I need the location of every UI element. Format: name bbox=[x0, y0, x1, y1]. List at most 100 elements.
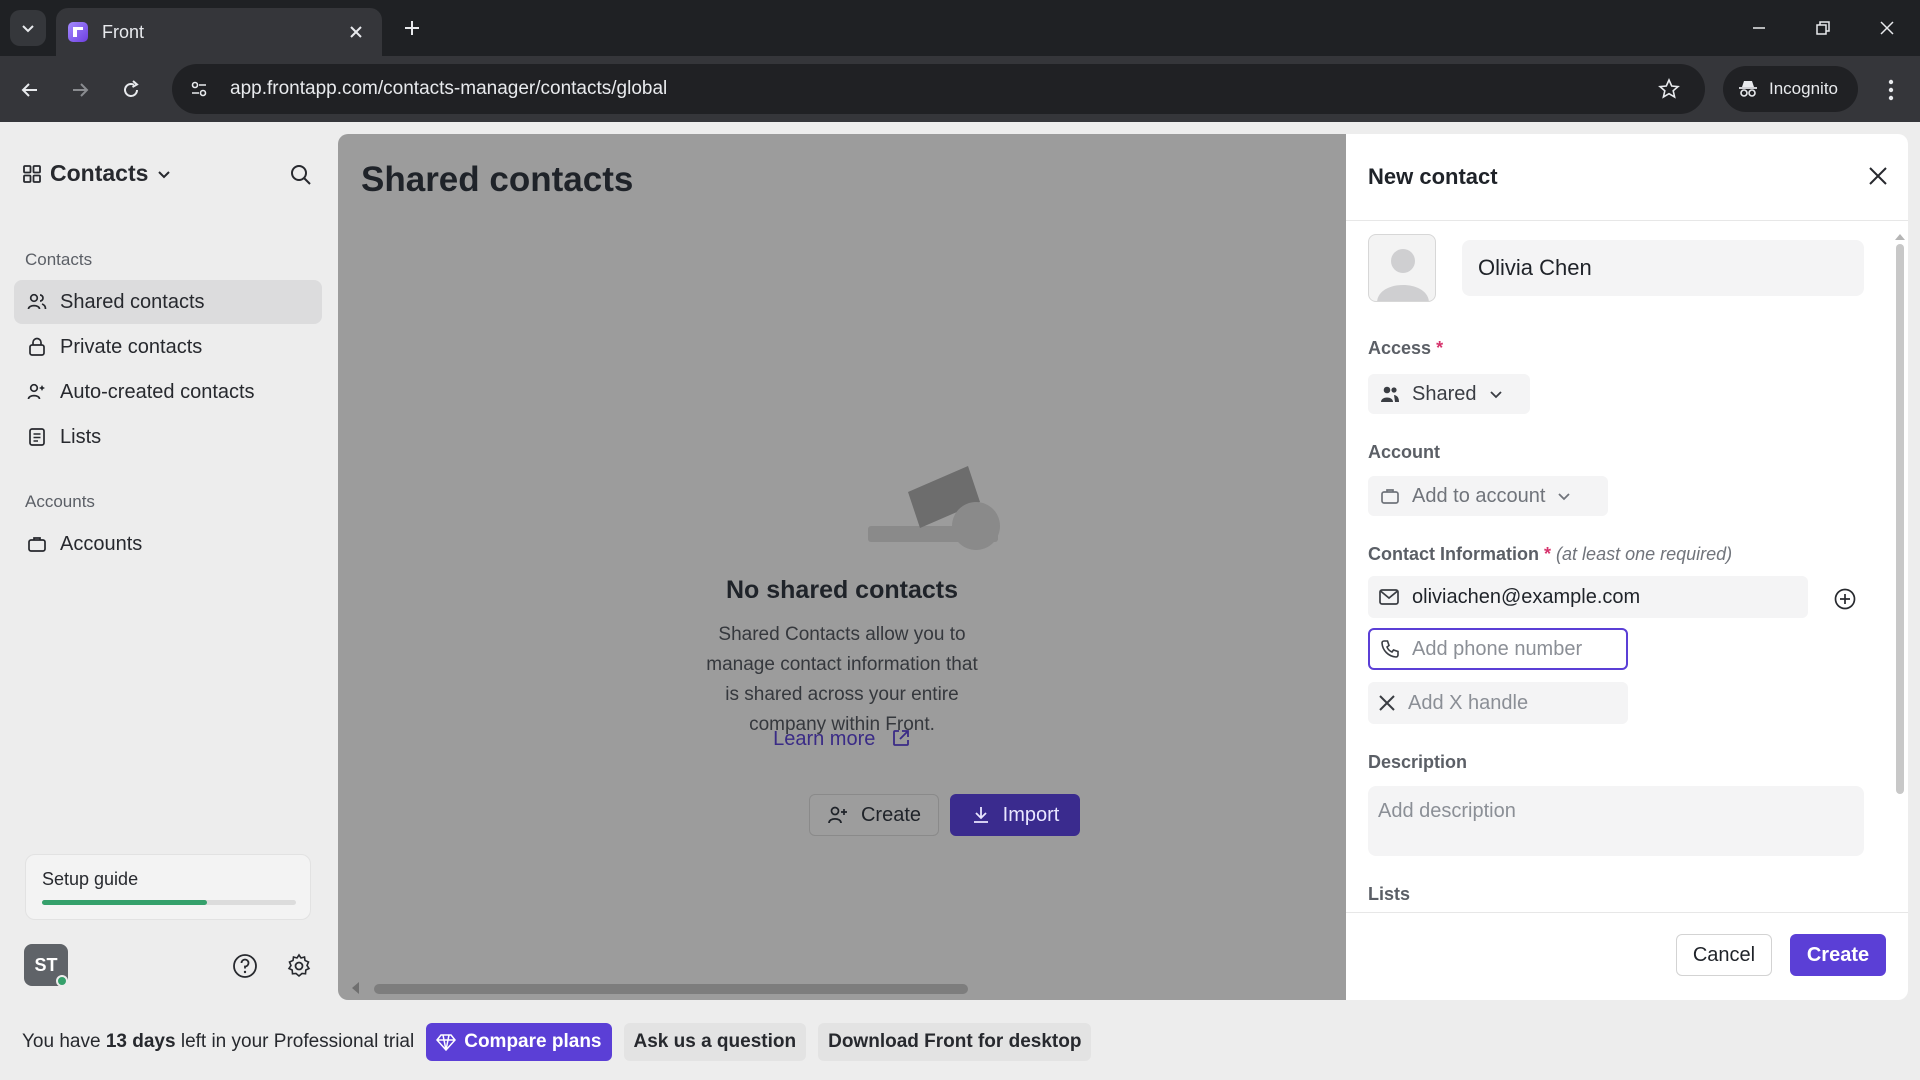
phone-field[interactable] bbox=[1368, 628, 1628, 670]
workspace-name: Contacts bbox=[50, 160, 149, 186]
sidebar-item-label: Shared contacts bbox=[60, 290, 205, 313]
compare-plans-button[interactable]: Compare plans bbox=[426, 1023, 612, 1061]
back-icon[interactable] bbox=[12, 72, 48, 108]
sidebar-item-shared-contacts[interactable]: Shared contacts bbox=[14, 280, 322, 324]
incognito-indicator[interactable]: Incognito bbox=[1723, 66, 1858, 112]
phone-number-input[interactable] bbox=[1412, 637, 1612, 661]
lock-icon bbox=[26, 336, 48, 358]
learn-more-link[interactable]: Learn more bbox=[338, 728, 1346, 754]
list-icon bbox=[26, 426, 48, 448]
chevron-down-icon bbox=[22, 25, 34, 33]
incognito-label: Incognito bbox=[1769, 79, 1838, 98]
cancel-button[interactable]: Cancel bbox=[1676, 934, 1772, 976]
reload-icon[interactable] bbox=[113, 72, 149, 108]
trial-banner: You have 13 days left in your Profession… bbox=[0, 1012, 1920, 1072]
tab-search-button[interactable] bbox=[10, 10, 46, 46]
contacts-section-heading: Contacts bbox=[25, 250, 93, 269]
horizontal-scrollbar[interactable] bbox=[374, 984, 968, 994]
sidebar: Contacts Contacts Shared contacts Privat… bbox=[0, 122, 338, 1012]
incognito-icon bbox=[1739, 81, 1757, 97]
download-icon bbox=[973, 807, 988, 823]
access-value: Shared bbox=[1412, 382, 1477, 405]
search-icon[interactable] bbox=[286, 160, 316, 190]
front-logo-icon bbox=[68, 22, 88, 42]
download-desktop-button[interactable]: Download Front for desktop bbox=[818, 1023, 1092, 1061]
address-bar[interactable]: app.frontapp.com/contacts-manager/contac… bbox=[172, 64, 1705, 114]
scroll-up-arrow[interactable] bbox=[1895, 234, 1905, 240]
new-tab-icon[interactable] bbox=[396, 12, 428, 44]
access-select[interactable]: Shared bbox=[1368, 374, 1530, 414]
trial-message: You have 13 days left in your Profession… bbox=[22, 1031, 415, 1052]
browser-menu-icon[interactable] bbox=[1876, 72, 1906, 108]
email-value: oliviachen@example.com bbox=[1412, 585, 1641, 608]
x-handle-input[interactable] bbox=[1408, 691, 1608, 715]
workspace-switcher[interactable]: Contacts bbox=[22, 160, 172, 187]
forward-icon[interactable] bbox=[62, 72, 98, 108]
site-info-icon[interactable] bbox=[178, 68, 220, 110]
phone-icon bbox=[1381, 640, 1399, 658]
contact-information-label: Contact Information * (at least one requ… bbox=[1368, 544, 1733, 564]
email-field[interactable]: oliviachen@example.com bbox=[1368, 576, 1808, 618]
setup-guide-card[interactable]: Setup guide bbox=[25, 854, 311, 920]
sidebar-item-accounts[interactable]: Accounts bbox=[14, 522, 322, 566]
add-person-icon bbox=[828, 806, 847, 824]
help-icon[interactable] bbox=[229, 950, 261, 982]
divider bbox=[1346, 912, 1908, 913]
sidebar-item-auto-created-contacts[interactable]: Auto-created contacts bbox=[14, 370, 322, 414]
accounts-section-heading: Accounts bbox=[25, 492, 95, 511]
add-circle-icon[interactable] bbox=[1832, 586, 1858, 612]
close-icon[interactable] bbox=[1862, 160, 1894, 192]
contact-name-input[interactable] bbox=[1462, 240, 1864, 296]
description-label: Description bbox=[1368, 752, 1468, 772]
briefcase-icon bbox=[26, 533, 48, 555]
empty-state-title: No shared contacts bbox=[725, 576, 958, 604]
tab-title: Front bbox=[102, 21, 145, 42]
compare-plans-label: Compare plans bbox=[464, 1031, 602, 1052]
grid-icon bbox=[23, 164, 41, 183]
import-label: Import bbox=[1002, 803, 1060, 826]
new-contact-drawer: New contact Access * Shared Account Add … bbox=[1346, 134, 1908, 1000]
access-label: Access * bbox=[1368, 338, 1444, 358]
import-button[interactable]: Import bbox=[950, 794, 1080, 836]
x-handle-field[interactable] bbox=[1368, 682, 1628, 724]
sidebar-item-lists[interactable]: Lists bbox=[14, 415, 322, 459]
browser-tab-bar: Front bbox=[0, 0, 1920, 56]
people-icon bbox=[1381, 386, 1399, 402]
account-select[interactable]: Add to account bbox=[1368, 476, 1608, 516]
trial-days: 13 days bbox=[105, 1031, 176, 1052]
browser-tab[interactable]: Front bbox=[56, 8, 382, 56]
minimize-icon[interactable] bbox=[1734, 8, 1784, 48]
online-status-dot bbox=[56, 975, 68, 987]
drawer-title: New contact bbox=[1368, 164, 1498, 189]
close-window-icon[interactable] bbox=[1862, 8, 1912, 48]
setup-guide-label: Setup guide bbox=[42, 869, 139, 889]
contact-avatar-placeholder[interactable] bbox=[1368, 234, 1436, 302]
briefcase-icon bbox=[1381, 489, 1399, 504]
gear-icon[interactable] bbox=[283, 950, 315, 982]
mail-icon bbox=[1379, 589, 1399, 605]
description-textarea[interactable] bbox=[1368, 786, 1864, 856]
restore-icon[interactable] bbox=[1798, 8, 1848, 48]
sidebar-item-private-contacts[interactable]: Private contacts bbox=[14, 325, 322, 369]
ask-question-button[interactable]: Ask us a question bbox=[623, 1023, 807, 1061]
chevron-down-icon bbox=[1558, 493, 1571, 501]
create-contact-button[interactable]: Create bbox=[809, 794, 939, 836]
empty-state-illustration bbox=[868, 466, 1000, 550]
contact-information-hint: (at least one required) bbox=[1556, 544, 1733, 564]
drawer-scrollbar[interactable] bbox=[1894, 234, 1905, 794]
url-text[interactable]: app.frontapp.com/contacts-manager/contac… bbox=[230, 78, 1649, 100]
create-button[interactable]: Create bbox=[1790, 934, 1886, 976]
main-content: Shared contacts No shared contacts Share… bbox=[338, 134, 1346, 1000]
scrollbar-thumb[interactable] bbox=[1896, 244, 1904, 794]
account-label: Account bbox=[1368, 442, 1440, 462]
sidebar-item-label: Auto-created contacts bbox=[60, 380, 255, 403]
learn-more-label: Learn more bbox=[773, 728, 876, 750]
people-icon bbox=[26, 291, 48, 313]
empty-state-description: Shared Contacts allow you to manage cont… bbox=[706, 624, 978, 735]
x-logo-icon bbox=[1379, 695, 1395, 711]
front-app: Contacts Contacts Shared contacts Privat… bbox=[0, 122, 1920, 1080]
scroll-left-arrow[interactable] bbox=[352, 982, 359, 994]
chevron-down-icon bbox=[158, 170, 171, 178]
bookmark-star-icon[interactable] bbox=[1649, 69, 1689, 109]
close-tab-icon[interactable] bbox=[342, 18, 370, 46]
